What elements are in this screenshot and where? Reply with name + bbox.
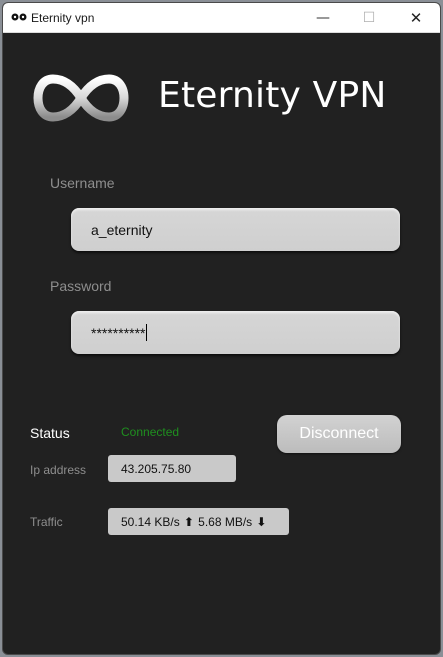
traffic-field: 50.14 KB/s ⬆ 5.68 MB/s ⬇ — [108, 508, 289, 535]
minimize-icon: — — [316, 9, 330, 26]
arrow-down-icon: ⬇ — [252, 514, 267, 529]
traffic-label: Traffic — [30, 515, 63, 529]
password-label: Password — [50, 278, 112, 294]
upload-rate: 50.14 KB/s — [121, 514, 180, 529]
disconnect-button[interactable]: Disconnect — [277, 415, 401, 453]
vpn-window: Eternity vpn — ☐ ✕ Eternity VPN Username… — [2, 2, 441, 655]
ip-address-label: Ip address — [30, 463, 87, 477]
infinity-logo-icon — [33, 74, 129, 122]
username-value: a_eternity — [91, 221, 153, 238]
window-title: Eternity vpn — [31, 11, 95, 25]
arrow-up-icon: ⬆ — [179, 514, 199, 529]
app-icon — [11, 13, 27, 21]
ip-address-field: 43.205.75.80 — [108, 455, 236, 482]
password-input[interactable]: ********** — [71, 311, 400, 354]
status-label: Status — [30, 425, 70, 441]
minimize-button[interactable]: — — [300, 3, 346, 32]
password-value: ********** — [91, 324, 146, 341]
title-bar: Eternity vpn — ☐ ✕ — [3, 3, 440, 33]
username-label: Username — [50, 175, 115, 191]
app-title: Eternity VPN — [158, 75, 387, 116]
close-icon: ✕ — [409, 8, 423, 27]
ip-address-value: 43.205.75.80 — [121, 461, 192, 476]
text-caret — [146, 324, 148, 341]
disconnect-label: Disconnect — [299, 425, 379, 442]
download-rate: 5.68 MB/s — [198, 514, 253, 529]
maximize-icon: ☐ — [362, 9, 376, 26]
status-value: Connected — [121, 425, 180, 439]
maximize-button[interactable]: ☐ — [346, 3, 392, 32]
username-input[interactable]: a_eternity — [71, 208, 400, 251]
close-button[interactable]: ✕ — [393, 3, 439, 32]
